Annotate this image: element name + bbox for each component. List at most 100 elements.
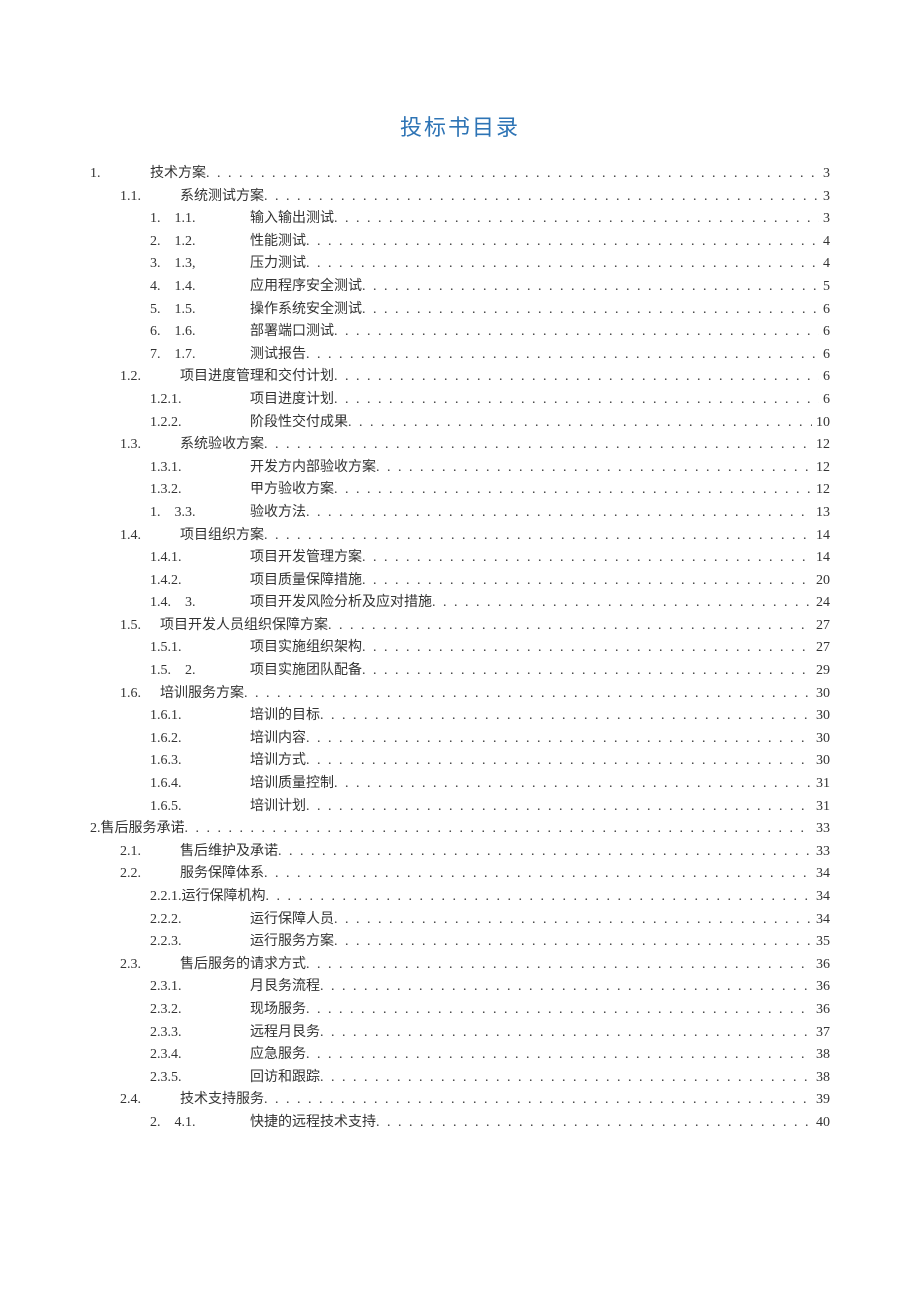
toc-entry-number: 1.5. 2. bbox=[150, 663, 250, 679]
toc-entry-title: 运行保障机构 bbox=[182, 889, 266, 905]
toc-entry-page: 27 bbox=[812, 640, 830, 656]
toc-entry-title: 开发方内部验收方案 bbox=[250, 460, 376, 476]
toc-entry-title: 项目组织方案 bbox=[180, 528, 264, 544]
toc-entry-page: 5 bbox=[819, 279, 830, 295]
toc-entry: 7. 1.7.测试报告6 bbox=[90, 347, 830, 363]
toc-entry-number: 1.6.1. bbox=[150, 708, 250, 724]
toc-entry: 1.6.3.培训方式30 bbox=[90, 753, 830, 769]
toc-leader-dots bbox=[376, 460, 812, 476]
toc-entry: 3. 1.3,压力测试4 bbox=[90, 256, 830, 272]
toc-entry-page: 35 bbox=[812, 934, 830, 950]
toc-leader-dots bbox=[376, 1115, 812, 1131]
toc-entry-number: 1.6.4. bbox=[150, 776, 250, 792]
toc-entry-number: 2.3.2. bbox=[150, 1002, 250, 1018]
toc-entry-title: 项目开发管理方案 bbox=[250, 550, 362, 566]
toc-entry-title: 压力测试 bbox=[250, 256, 306, 272]
toc-entry-page: 10 bbox=[812, 415, 830, 431]
toc-entry-title: 运行保障人员 bbox=[250, 912, 334, 928]
toc-entry-title: 输入输出测试 bbox=[250, 211, 334, 227]
toc-entry-number: 1.2.1. bbox=[150, 392, 250, 408]
toc-entry: 1.5.项目开发人员组织保障方案27 bbox=[90, 618, 830, 634]
toc-entry: 1.3.2.甲方验收方案12 bbox=[90, 482, 830, 498]
toc-entry-title: 远程月艮务 bbox=[250, 1025, 320, 1041]
toc-entry: 1.技术方案3 bbox=[90, 166, 830, 182]
toc-leader-dots bbox=[306, 799, 812, 815]
toc-entry-number: 2.1. bbox=[120, 844, 180, 860]
toc-leader-dots bbox=[264, 528, 812, 544]
toc-entry-page: 30 bbox=[812, 731, 830, 747]
toc-entry-title: 服务保障体系 bbox=[180, 866, 264, 882]
toc-leader-dots bbox=[320, 708, 812, 724]
toc-leader-dots bbox=[264, 866, 812, 882]
toc-entry: 1. 1.1.输入输出测试3 bbox=[90, 211, 830, 227]
toc-leader-dots bbox=[264, 1092, 812, 1108]
toc-entry-number: 2. 4.1. bbox=[150, 1115, 250, 1131]
toc-entry-number: 1.4. bbox=[120, 528, 180, 544]
toc-leader-dots bbox=[362, 573, 812, 589]
toc-leader-dots bbox=[362, 640, 812, 656]
toc-entry: 2.4.技术支持服务 39 bbox=[90, 1092, 830, 1108]
toc-entry-page: 24 bbox=[812, 595, 830, 611]
toc-entry: 2.3.3.远程月艮务37 bbox=[90, 1025, 830, 1041]
toc-entry-page: 3 bbox=[819, 166, 830, 182]
toc-leader-dots bbox=[334, 392, 819, 408]
toc-entry-title: 培训质量控制 bbox=[250, 776, 334, 792]
toc-entry-title: 验收方法 bbox=[250, 505, 306, 521]
toc-entry-title: 运行服务方案 bbox=[250, 934, 334, 950]
table-of-contents: 1.技术方案3 1.1.系统测试方案3 1. 1.1.输入输出测试3 2. 1.2.性… bbox=[90, 166, 830, 1131]
toc-entry: 1.6.5.培训计划31 bbox=[90, 799, 830, 815]
toc-entry: 2.3.4.应急服务38 bbox=[90, 1047, 830, 1063]
toc-entry-title: 甲方验收方案 bbox=[250, 482, 334, 498]
toc-entry-title: 培训方式 bbox=[250, 753, 306, 769]
toc-leader-dots bbox=[348, 415, 812, 431]
toc-entry: 2.2.2.运行保障人员34 bbox=[90, 912, 830, 928]
toc-entry: 2.售后服务承诺33 bbox=[90, 821, 830, 837]
toc-entry: 1.2.项目进度管理和交付计划6 bbox=[90, 369, 830, 385]
toc-entry-number: 1.2. bbox=[120, 369, 180, 385]
toc-entry-title: 技术支持服务 bbox=[180, 1092, 264, 1108]
toc-entry-page: 14 bbox=[812, 550, 830, 566]
toc-leader-dots bbox=[334, 934, 812, 950]
toc-entry: 1.6.1.培训的目标30 bbox=[90, 708, 830, 724]
toc-entry: 2. 1.2.性能测试4 bbox=[90, 234, 830, 250]
toc-entry-page: 4 bbox=[819, 256, 830, 272]
toc-leader-dots bbox=[432, 595, 812, 611]
toc-entry: 2.2.1.运行保障机构 34 bbox=[90, 889, 830, 905]
toc-entry-number: 2.3.5. bbox=[150, 1070, 250, 1086]
toc-entry-number: 6. 1.6. bbox=[150, 324, 250, 340]
toc-entry-number: 1.2.2. bbox=[150, 415, 250, 431]
toc-entry: 1.4.项目组织方案14 bbox=[90, 528, 830, 544]
toc-leader-dots bbox=[334, 211, 819, 227]
toc-entry: 1.5.1.项目实施组织架构27 bbox=[90, 640, 830, 656]
toc-entry: 2.2.服务保障体系 34 bbox=[90, 866, 830, 882]
toc-entry-page: 13 bbox=[812, 505, 830, 521]
toc-entry: 2.1.售后维护及承诺 33 bbox=[90, 844, 830, 860]
toc-entry-title: 测试报告 bbox=[250, 347, 306, 363]
toc-entry-number: 1.3.2. bbox=[150, 482, 250, 498]
toc-entry: 1.6.培训服务方案30 bbox=[90, 686, 830, 702]
toc-entry-title: 项目质量保障措施 bbox=[250, 573, 362, 589]
toc-entry-number: 1. bbox=[90, 166, 150, 182]
toc-entry-page: 33 bbox=[812, 844, 830, 860]
toc-entry-page: 12 bbox=[812, 460, 830, 476]
toc-entry-page: 38 bbox=[812, 1070, 830, 1086]
toc-entry: 5. 1.5.操作系统安全测试6 bbox=[90, 302, 830, 318]
toc-entry: 1.6.4.培训质量控制31 bbox=[90, 776, 830, 792]
toc-entry-number: 2. 1.2. bbox=[150, 234, 250, 250]
toc-entry-title: 项目实施团队配备 bbox=[250, 663, 362, 679]
toc-leader-dots bbox=[306, 957, 812, 973]
toc-entry-number: 2.2.1. bbox=[150, 889, 182, 905]
toc-leader-dots bbox=[320, 1070, 812, 1086]
toc-entry-title: 应急服务 bbox=[250, 1047, 306, 1063]
toc-entry: 1.2.2.阶段性交付成果10 bbox=[90, 415, 830, 431]
toc-entry-number: 2.3.1. bbox=[150, 979, 250, 995]
toc-entry-page: 20 bbox=[812, 573, 830, 589]
toc-entry-page: 36 bbox=[812, 1002, 830, 1018]
toc-entry-title: 项目实施组织架构 bbox=[250, 640, 362, 656]
toc-entry-number: 4. 1.4. bbox=[150, 279, 250, 295]
toc-entry-number: 1.6.2. bbox=[150, 731, 250, 747]
toc-entry: 1.1.系统测试方案3 bbox=[90, 189, 830, 205]
toc-entry-title: 培训内容 bbox=[250, 731, 306, 747]
toc-entry-title: 月艮务流程 bbox=[250, 979, 320, 995]
toc-leader-dots bbox=[334, 369, 819, 385]
